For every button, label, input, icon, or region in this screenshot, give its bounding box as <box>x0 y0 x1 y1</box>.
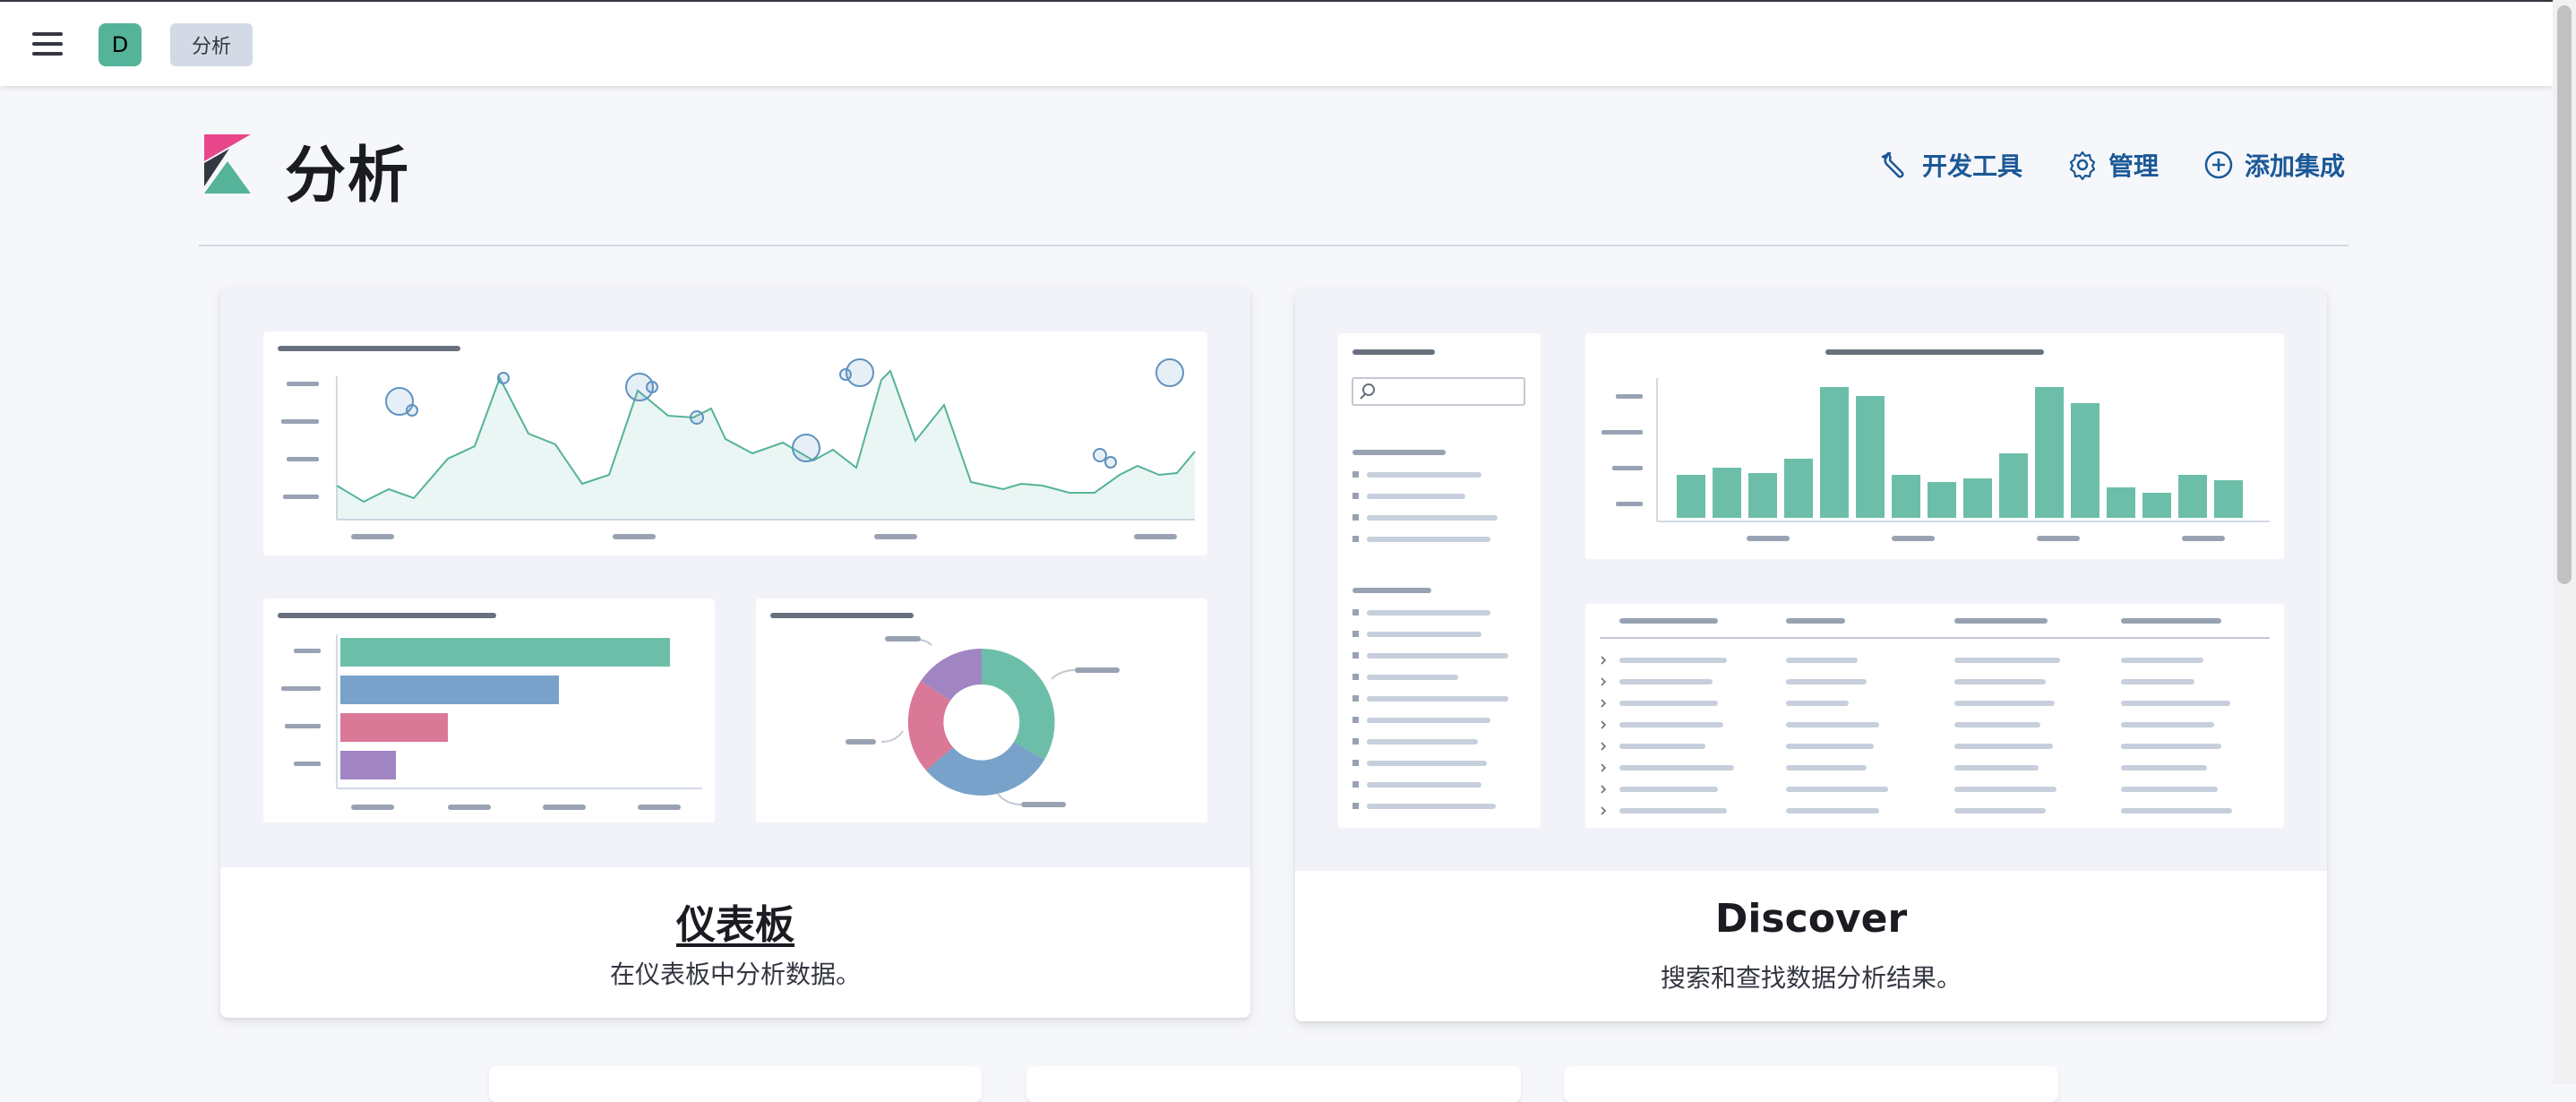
plus-circle-icon <box>2204 151 2233 179</box>
gear-icon <box>2069 151 2096 180</box>
add-integrations-link[interactable]: 添加集成 <box>2203 147 2345 183</box>
app-card-partial[interactable] <box>1026 1066 1521 1102</box>
space-avatar[interactable]: D <box>99 23 142 66</box>
dashboard-card[interactable]: 仪表板 在仪表板中分析数据。 <box>220 287 1250 1018</box>
dashboard-card-description: 在仪表板中分析数据。 <box>609 960 861 989</box>
line-chart-illustration <box>263 331 1207 555</box>
menu-icon[interactable] <box>32 32 63 56</box>
add-integrations-label: 添加集成 <box>2245 151 2346 181</box>
horizontal-bar-illustration <box>263 598 715 822</box>
top-nav-bar: D 分析 <box>0 0 2553 86</box>
dev-tools-label: 开发工具 <box>1922 151 2023 181</box>
field-list-illustration <box>1338 333 1541 828</box>
app-card-partial[interactable] <box>489 1066 982 1102</box>
page-title: 分析 <box>285 141 411 211</box>
discover-illustration <box>1295 288 2327 871</box>
dev-tools-link[interactable]: 开发工具 <box>1881 147 2022 183</box>
discover-card-title[interactable]: Discover <box>1295 896 2327 942</box>
header-divider <box>199 245 2348 246</box>
management-link[interactable]: 管理 <box>2067 147 2159 183</box>
discover-card[interactable]: Discover 搜索和查找数据分析结果。 <box>1295 288 2327 1021</box>
dashboard-illustration <box>220 287 1250 867</box>
kibana-logo-icon <box>204 134 251 194</box>
breadcrumb[interactable]: 分析 <box>170 23 253 66</box>
discover-card-description: 搜索和查找数据分析结果。 <box>1660 963 1962 993</box>
histogram-illustration <box>1585 333 2284 559</box>
wrench-icon <box>1881 151 1904 178</box>
app-card-partial[interactable] <box>1564 1066 2058 1102</box>
scrollbar-thumb[interactable] <box>2557 5 2572 584</box>
donut-chart-illustration <box>756 598 1207 822</box>
management-label: 管理 <box>2108 151 2160 181</box>
document-table-illustration <box>1585 604 2284 828</box>
dashboard-card-title[interactable]: 仪表板 <box>220 892 1250 950</box>
